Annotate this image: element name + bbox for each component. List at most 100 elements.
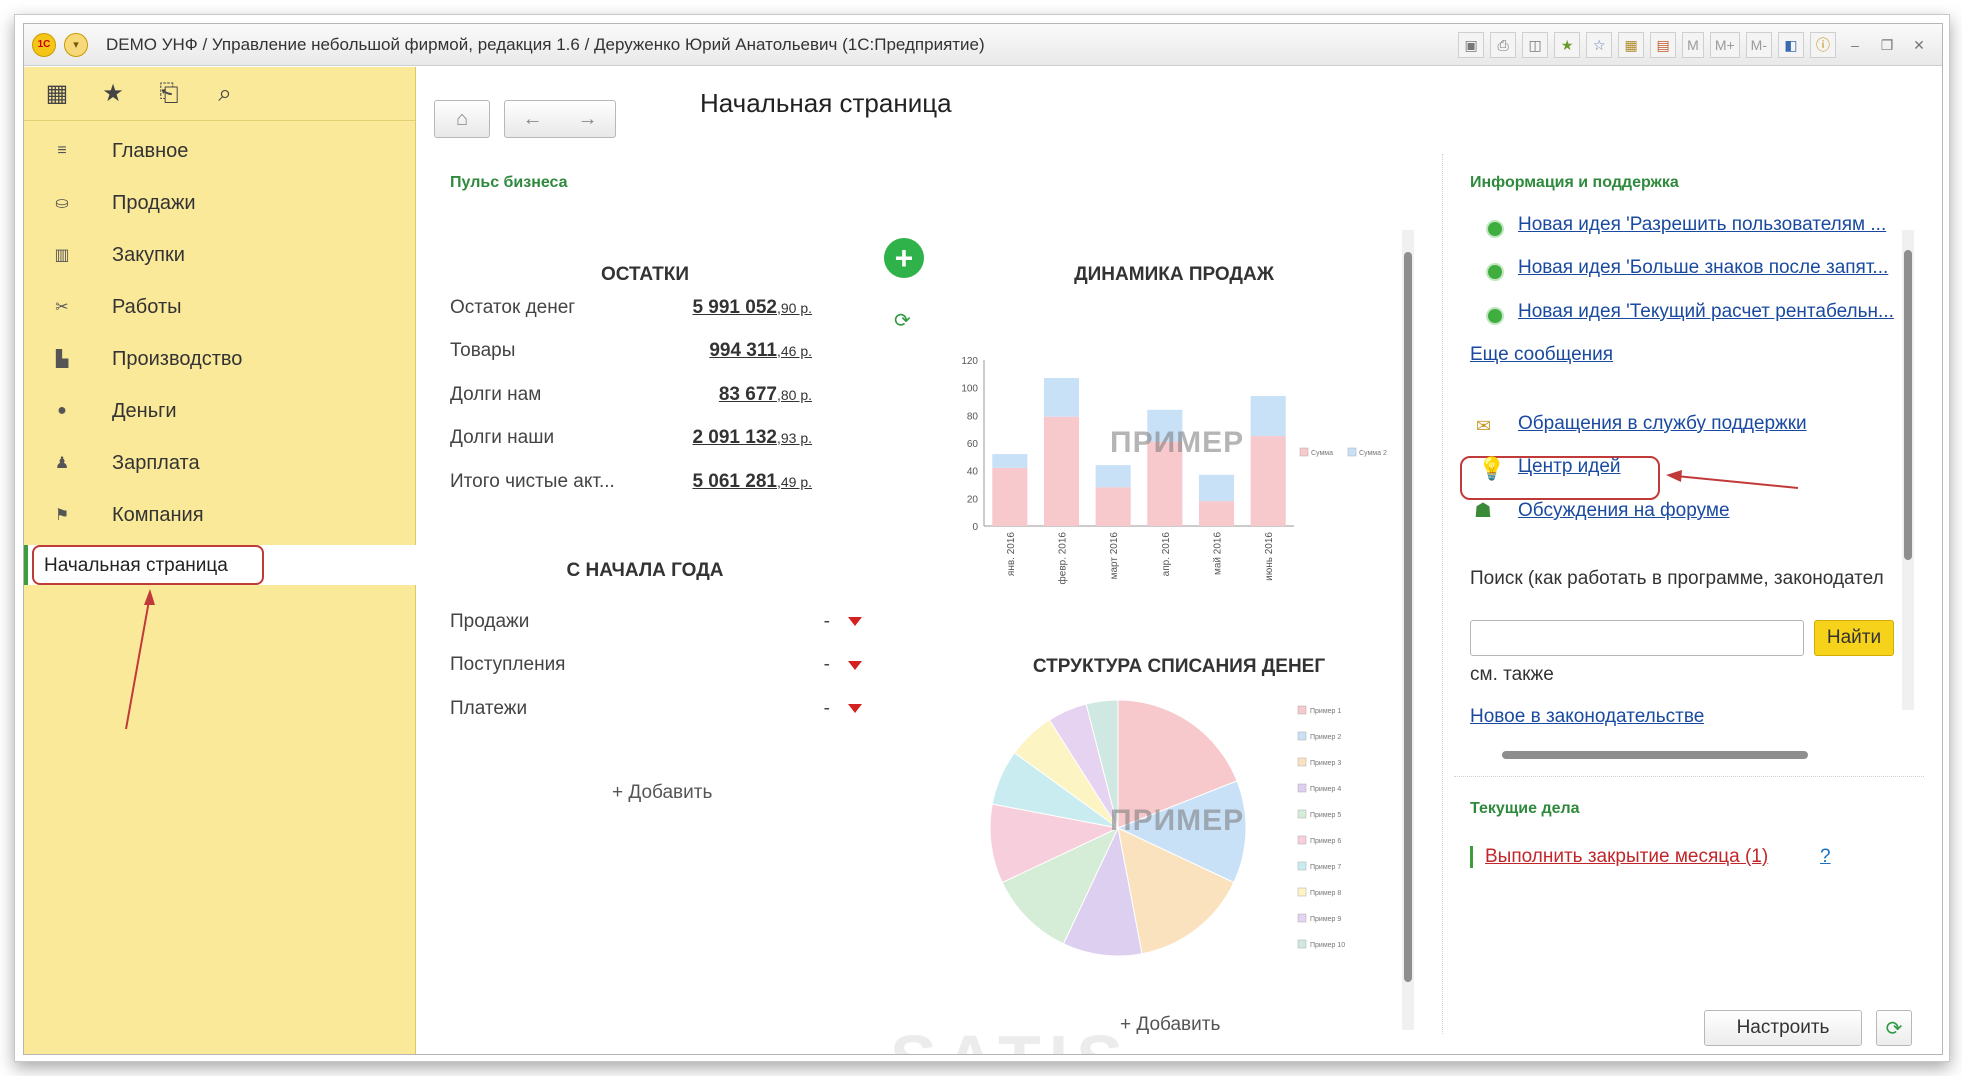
main-scroll-thumb[interactable] <box>1404 252 1412 982</box>
back-arrow-icon[interactable]: ← <box>523 108 543 131</box>
ideas-center-link[interactable]: Центр идей <box>1518 456 1621 478</box>
info-hscroll-thumb[interactable] <box>1502 751 1808 759</box>
purchases-icon: ▥ <box>54 247 70 264</box>
app-logo-icon[interactable]: 1С <box>32 32 56 57</box>
refresh-icon[interactable]: ⟳ <box>894 308 911 333</box>
add-left-link[interactable]: + Добавить <box>612 782 712 804</box>
info-icon[interactable]: ⓘ <box>1810 32 1836 58</box>
y-tick-label: 120 <box>961 356 978 367</box>
balance-value[interactable]: 5 061 281,49 р. <box>692 471 812 493</box>
annotation-arrow-right <box>1666 470 1799 489</box>
balance-value[interactable]: 2 091 132,93 р. <box>692 427 812 449</box>
main-scrollbar[interactable] <box>1402 230 1414 1030</box>
find-button[interactable]: Найти <box>1814 620 1894 656</box>
add-widget-button[interactable]: + <box>884 238 924 278</box>
info-hscrollbar[interactable] <box>1480 750 1870 760</box>
y-tick-label: 100 <box>961 384 978 395</box>
balance-value[interactable]: 5 991 052,90 р. <box>692 297 812 319</box>
ytd-value: - <box>823 697 830 719</box>
configure-button[interactable]: Настроить <box>1704 1010 1862 1046</box>
balance-row: Остаток денег 5 991 052,90 р. <box>450 286 812 330</box>
news-link[interactable]: Новая идея 'Текущий расчет рентабельн... <box>1518 301 1898 323</box>
print-icon[interactable]: ⎙ <box>1490 32 1517 58</box>
annotation-arrow-left <box>125 589 155 730</box>
calendar-icon[interactable]: ▤ <box>1650 32 1677 58</box>
favorites-icon[interactable]: ☆ <box>1586 32 1613 58</box>
info-scroll-thumb[interactable] <box>1904 250 1912 560</box>
bar-segment <box>1198 501 1235 526</box>
sidebar-item-works[interactable]: ✂ Работы <box>24 281 415 333</box>
ytd-label: Платежи <box>450 697 528 719</box>
sidebar-item-main[interactable]: ≡ Главное <box>24 125 415 177</box>
all-functions-icon[interactable]: ▦ <box>42 79 72 108</box>
forward-arrow-icon[interactable]: → <box>578 108 598 131</box>
sidebar-item-company[interactable]: ⚑ Компания <box>24 489 415 541</box>
sidebar-item-salary[interactable]: ♟ Зарплата <box>24 437 415 489</box>
favorites-star-icon[interactable]: ★ <box>98 79 128 108</box>
trend-down-icon <box>848 660 862 670</box>
bar-segment <box>1095 487 1131 526</box>
support-search-input[interactable] <box>1470 620 1804 656</box>
save-icon[interactable]: ▣ <box>1458 32 1485 58</box>
satis-watermark: SATIS <box>890 1020 1131 1054</box>
sidebar-item-purchases[interactable]: ▥ Закупки <box>24 229 415 281</box>
memory-plus-button[interactable]: M+ <box>1709 32 1740 58</box>
sidebar-item-sales[interactable]: ⛀ Продажи <box>24 177 415 229</box>
balance-value[interactable]: 83 677,80 р. <box>719 384 812 406</box>
memory-minus-button[interactable]: M- <box>1745 32 1772 58</box>
preview-icon[interactable]: ◫ <box>1522 32 1549 58</box>
sidebar-item-label: Закупки <box>112 243 185 266</box>
help-link[interactable]: ? <box>1820 846 1831 868</box>
x-tick-label: февр. 2016 <box>1057 532 1069 585</box>
support-link[interactable]: Обращения в службу поддержки <box>1518 413 1807 435</box>
sales-chart-title: ДИНАМИКА ПРОДАЖ <box>1074 264 1274 285</box>
legend-label: Пример 10 <box>1310 942 1345 949</box>
legislation-link[interactable]: Новое в законодательстве <box>1470 706 1704 728</box>
news-link[interactable]: Новая идея 'Разрешить пользователям ... <box>1518 214 1898 236</box>
legend-swatch <box>1297 809 1307 819</box>
favorites-add-icon[interactable]: ★ <box>1554 32 1581 58</box>
panels-icon[interactable]: ◧ <box>1778 32 1804 58</box>
news-link[interactable]: Новая идея 'Больше знаков после запят... <box>1518 257 1898 279</box>
sidebar-item-home[interactable]: Начальная страница <box>24 545 416 585</box>
home-icon: ⌂ <box>455 107 469 130</box>
refresh-icon[interactable]: ⟳ <box>1876 1010 1912 1046</box>
legend-swatch <box>1297 939 1307 949</box>
basket-icon: ⛀ <box>55 195 69 212</box>
example-watermark: ПРИМЕР <box>1110 426 1245 459</box>
balance-value[interactable]: 994 311,46 р. <box>709 340 812 362</box>
x-tick-label: май 2016 <box>1213 532 1224 575</box>
info-scrollbar[interactable] <box>1902 230 1914 710</box>
envelope-icon: ✉ <box>1476 416 1492 436</box>
more-messages-link[interactable]: Еще сообщения <box>1470 344 1613 366</box>
factory-icon: ▙ <box>55 351 69 368</box>
restore-icon[interactable]: ❐ <box>1874 32 1900 58</box>
home-button[interactable]: ⌂ <box>434 100 490 138</box>
forum-link[interactable]: Обсуждения на форуме <box>1518 500 1730 522</box>
add-right-link[interactable]: + Добавить <box>1120 1014 1220 1036</box>
page-title: Начальная страница <box>700 88 952 118</box>
memory-m-button[interactable]: M <box>1682 32 1704 58</box>
writeoff-chart-title: СТРУКТУРА СПИСАНИЯ ДЕНЕГ <box>1032 656 1326 677</box>
history-icon[interactable]: ⎗ <box>154 80 184 108</box>
main-menu-icon[interactable]: ▾ <box>64 32 88 57</box>
app-window: 1С ▾ DEMO УНФ / Управление небольшой фир… <box>23 23 1943 1055</box>
sidebar-item-production[interactable]: ▙ Производство <box>24 333 415 385</box>
task-link[interactable]: Выполнить закрытие месяца (1) <box>1470 846 1768 868</box>
trend-down-icon <box>848 617 862 627</box>
search-icon[interactable]: ⌕ <box>210 80 240 108</box>
sidebar-item-money[interactable]: ● Деньги <box>24 385 415 437</box>
legend-swatch <box>1297 705 1307 715</box>
bar-segment <box>1250 395 1286 437</box>
search-label: Поиск (как работать в программе, законод… <box>1470 568 1884 589</box>
minimize-icon[interactable]: – <box>1842 32 1868 58</box>
ytd-value: - <box>823 654 830 676</box>
legend-label: Пример 9 <box>1310 916 1341 923</box>
bar-segment <box>1043 377 1080 417</box>
title-toolbar: ▣ ⎙ ◫ ★ ☆ ▦ ▤ M M+ M- ◧ ⓘ – ❐ ✕ <box>1458 32 1932 58</box>
window-frame: 1С ▾ DEMO УНФ / Управление небольшой фир… <box>14 14 1950 1062</box>
home-item-label: Начальная страница <box>32 545 264 585</box>
calculator-icon[interactable]: ▦ <box>1618 32 1645 58</box>
close-icon[interactable]: ✕ <box>1906 32 1932 58</box>
y-tick-label: 0 <box>972 522 978 533</box>
